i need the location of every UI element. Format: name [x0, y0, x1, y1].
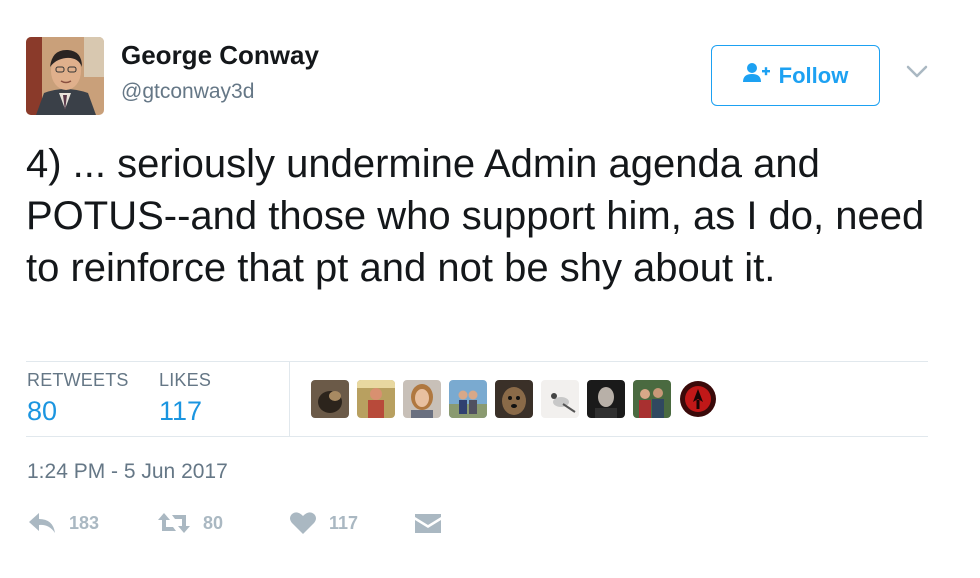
tweet-text: 4) ... seriously undermine Admin agenda … [26, 142, 925, 290]
liker-avatar-couple[interactable] [449, 380, 487, 418]
likes-label: LIKES [159, 370, 212, 390]
user-handle[interactable]: @gtconway3d [121, 80, 254, 104]
liker-avatar-woman[interactable] [403, 380, 441, 418]
reply-button[interactable]: 183 [27, 511, 99, 535]
user-avatar[interactable] [26, 37, 104, 115]
liker-avatar-group[interactable] [357, 380, 395, 418]
follow-button-label: Follow [778, 62, 849, 88]
user-display-name[interactable]: George Conway [121, 40, 319, 71]
liker-avatar-man-dark[interactable] [587, 380, 625, 418]
reply-icon [29, 513, 55, 533]
divider-bottom [26, 436, 928, 437]
chevron-down-icon [906, 65, 928, 78]
retweets-stat[interactable]: RETWEETS 80 [27, 370, 129, 427]
retweet-button[interactable]: 80 [157, 511, 223, 535]
retweets-count: 80 [27, 396, 58, 426]
liker-avatar-dog[interactable] [311, 380, 349, 418]
direct-message-button[interactable] [414, 511, 442, 535]
heart-icon [290, 512, 316, 534]
retweet-icon [158, 513, 190, 533]
liker-avatars [311, 380, 717, 418]
liker-avatar-bird[interactable] [541, 380, 579, 418]
stats-separator [289, 362, 290, 436]
like-button[interactable]: 117 [289, 511, 358, 535]
follow-person-plus-icon [742, 62, 771, 89]
divider-top [26, 361, 928, 362]
user-avatar-portrait [26, 37, 104, 115]
likes-count: 117 [159, 396, 203, 426]
tweet-timestamp[interactable]: 1:24 PM - 5 Jun 2017 [27, 460, 228, 484]
liker-avatar-family[interactable] [633, 380, 671, 418]
retweet-count: 80 [203, 512, 224, 533]
likes-stat[interactable]: LIKES 117 [159, 370, 211, 427]
direct-message-icon [415, 514, 441, 533]
reply-count: 183 [69, 512, 100, 533]
liker-avatar-red-logo[interactable] [679, 380, 717, 418]
liker-avatar-dog-portrait[interactable] [495, 380, 533, 418]
like-count: 117 [329, 512, 359, 533]
follow-button[interactable]: Follow [711, 45, 880, 106]
retweets-label: RETWEETS [27, 370, 129, 390]
tweet-menu-button[interactable] [903, 62, 931, 82]
